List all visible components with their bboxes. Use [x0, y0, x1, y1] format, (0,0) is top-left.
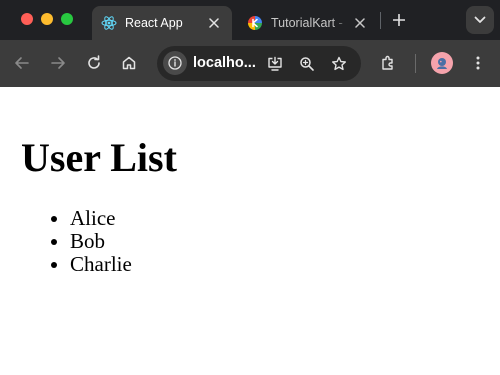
reload-icon[interactable] [82, 51, 106, 75]
window-maximize-button[interactable] [61, 13, 73, 25]
user-list: Alice Bob Charlie [70, 207, 132, 276]
tab-title: React App [125, 16, 183, 30]
list-item: Alice [70, 207, 132, 230]
zoom-icon[interactable] [295, 52, 319, 76]
forward-icon[interactable] [46, 51, 70, 75]
list-item: Bob [70, 230, 132, 253]
tab-title: TutorialKart - [271, 16, 343, 30]
react-icon [101, 15, 117, 31]
tab-tutorialkart[interactable]: TutorialKart - [238, 6, 378, 40]
site-info-icon[interactable] [163, 51, 187, 75]
list-item: Charlie [70, 253, 132, 276]
tab-react-app[interactable]: React App [92, 6, 232, 40]
close-tab-icon[interactable] [203, 12, 225, 34]
profile-avatar[interactable] [431, 52, 453, 74]
tab-search-button[interactable] [466, 6, 494, 34]
toolbar-separator [415, 54, 416, 73]
browser-toolbar: localho... [0, 40, 500, 87]
chevron-down-icon [474, 16, 486, 23]
bookmark-star-icon[interactable] [327, 52, 351, 76]
menu-icon[interactable] [466, 51, 490, 75]
url-text[interactable]: localho... [193, 55, 256, 71]
window-close-button[interactable] [21, 13, 33, 25]
new-tab-icon[interactable] [388, 9, 410, 31]
extensions-icon[interactable] [376, 51, 400, 75]
install-icon[interactable] [263, 52, 287, 76]
back-icon[interactable] [10, 51, 34, 75]
home-icon[interactable] [117, 51, 141, 75]
page-content: User List Alice Bob Charlie [0, 87, 500, 375]
page-title: User List [21, 135, 177, 180]
window-minimize-button[interactable] [41, 13, 53, 25]
tab-strip: React App TutorialKart - [0, 0, 500, 40]
close-tab-icon[interactable] [349, 12, 371, 34]
tab-separator [380, 12, 381, 29]
address-bar[interactable]: localho... [157, 46, 361, 81]
tutorialkart-icon [247, 15, 263, 31]
